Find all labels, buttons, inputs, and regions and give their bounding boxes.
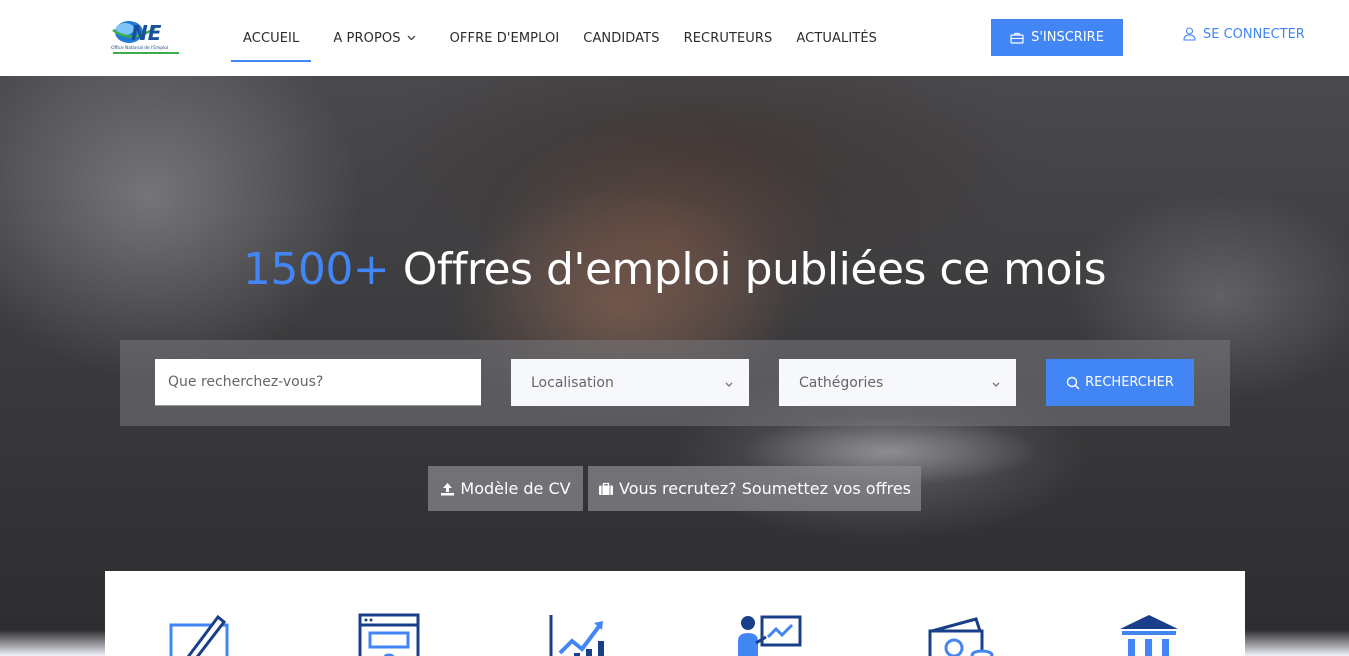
edit-icon[interactable] (168, 613, 234, 656)
hero-banner: 1500+ Offres d'emploi publiées ce mois L… (0, 76, 1349, 656)
nav-item-a-propos[interactable]: A PROPOS (321, 0, 427, 76)
logo-underline (113, 52, 179, 54)
hero-title-text: Offres d'emploi publiées ce mois (389, 244, 1107, 295)
site-header: NE Office National de l'Emploi ACCUEIL A… (0, 0, 1349, 76)
presentation-icon[interactable] (736, 613, 802, 656)
main-nav: ACCUEIL A PROPOS OFFRE D'EMPLOI CANDIDAT… (231, 0, 889, 76)
nav-item-candidats[interactable]: CANDIDATS (571, 0, 671, 76)
keyword-field (155, 359, 481, 406)
search-icon (1066, 376, 1080, 390)
nav-item-label: A PROPOS (333, 30, 401, 46)
chevron-down-icon (992, 376, 1000, 392)
nav-item-label: ACCUEIL (243, 30, 300, 46)
one-logo[interactable]: NE Office National de l'Emploi (111, 18, 181, 56)
submit-offer-button[interactable]: Vous recrutez? Soumettez vos offres (588, 466, 921, 511)
nav-item-accueil[interactable]: ACCUEIL (231, 0, 312, 76)
svg-text:NE: NE (131, 21, 162, 45)
category-value: Cathégories (799, 374, 884, 391)
search-button-label: RECHERCHER (1085, 375, 1174, 390)
location-value: Localisation (531, 374, 614, 391)
hero-count: 1500+ (242, 244, 390, 295)
category-select[interactable]: Cathégories (779, 359, 1016, 406)
bank-icon[interactable] (1116, 613, 1182, 656)
search-button[interactable]: RECHERCHER (1046, 359, 1194, 406)
signup-button[interactable]: S'INSCRIRE (991, 19, 1123, 56)
nav-item-recruteurs[interactable]: RECRUTEURS (672, 0, 785, 76)
logo-subtitle: Office National de l'Emploi (111, 46, 168, 51)
upload-icon (440, 482, 455, 496)
nav-item-label: ACTUALITÉS (796, 30, 877, 46)
money-icon[interactable] (928, 613, 994, 656)
nav-item-label: OFFRE D'EMPLOI (449, 30, 560, 46)
nav-item-label: CANDIDATS (583, 30, 660, 46)
cv-template-label: Modèle de CV (460, 479, 571, 498)
signup-label: S'INSCRIRE (1031, 30, 1104, 45)
browser-settings-icon[interactable] (358, 613, 424, 656)
logo-mark: NE (112, 21, 162, 45)
user-icon (1183, 27, 1196, 41)
cv-template-button[interactable]: Modèle de CV (428, 466, 583, 511)
keyword-input[interactable] (168, 374, 468, 390)
briefcase-icon (1010, 32, 1024, 44)
submit-offer-label: Vous recrutez? Soumettez vos offres (618, 479, 912, 498)
nav-item-label: RECRUTEURS (683, 30, 773, 46)
nav-item-offre-emploi[interactable]: OFFRE D'EMPLOI (438, 0, 572, 76)
job-search-form: Localisation Cathégories RECHERCHER (120, 340, 1230, 426)
login-link[interactable]: SE CONNECTER (1183, 25, 1305, 43)
chevron-down-icon (407, 35, 416, 41)
suitcase-icon (598, 482, 614, 496)
features-panel (105, 571, 1245, 656)
chevron-down-icon (725, 376, 733, 392)
location-select[interactable]: Localisation (511, 359, 749, 406)
growth-chart-icon[interactable] (548, 613, 614, 656)
login-label: SE CONNECTER (1203, 26, 1305, 42)
nav-item-actualites[interactable]: ACTUALITÉS (784, 0, 889, 76)
hero-title: 1500+ Offres d'emploi publiées ce mois (0, 244, 1349, 295)
